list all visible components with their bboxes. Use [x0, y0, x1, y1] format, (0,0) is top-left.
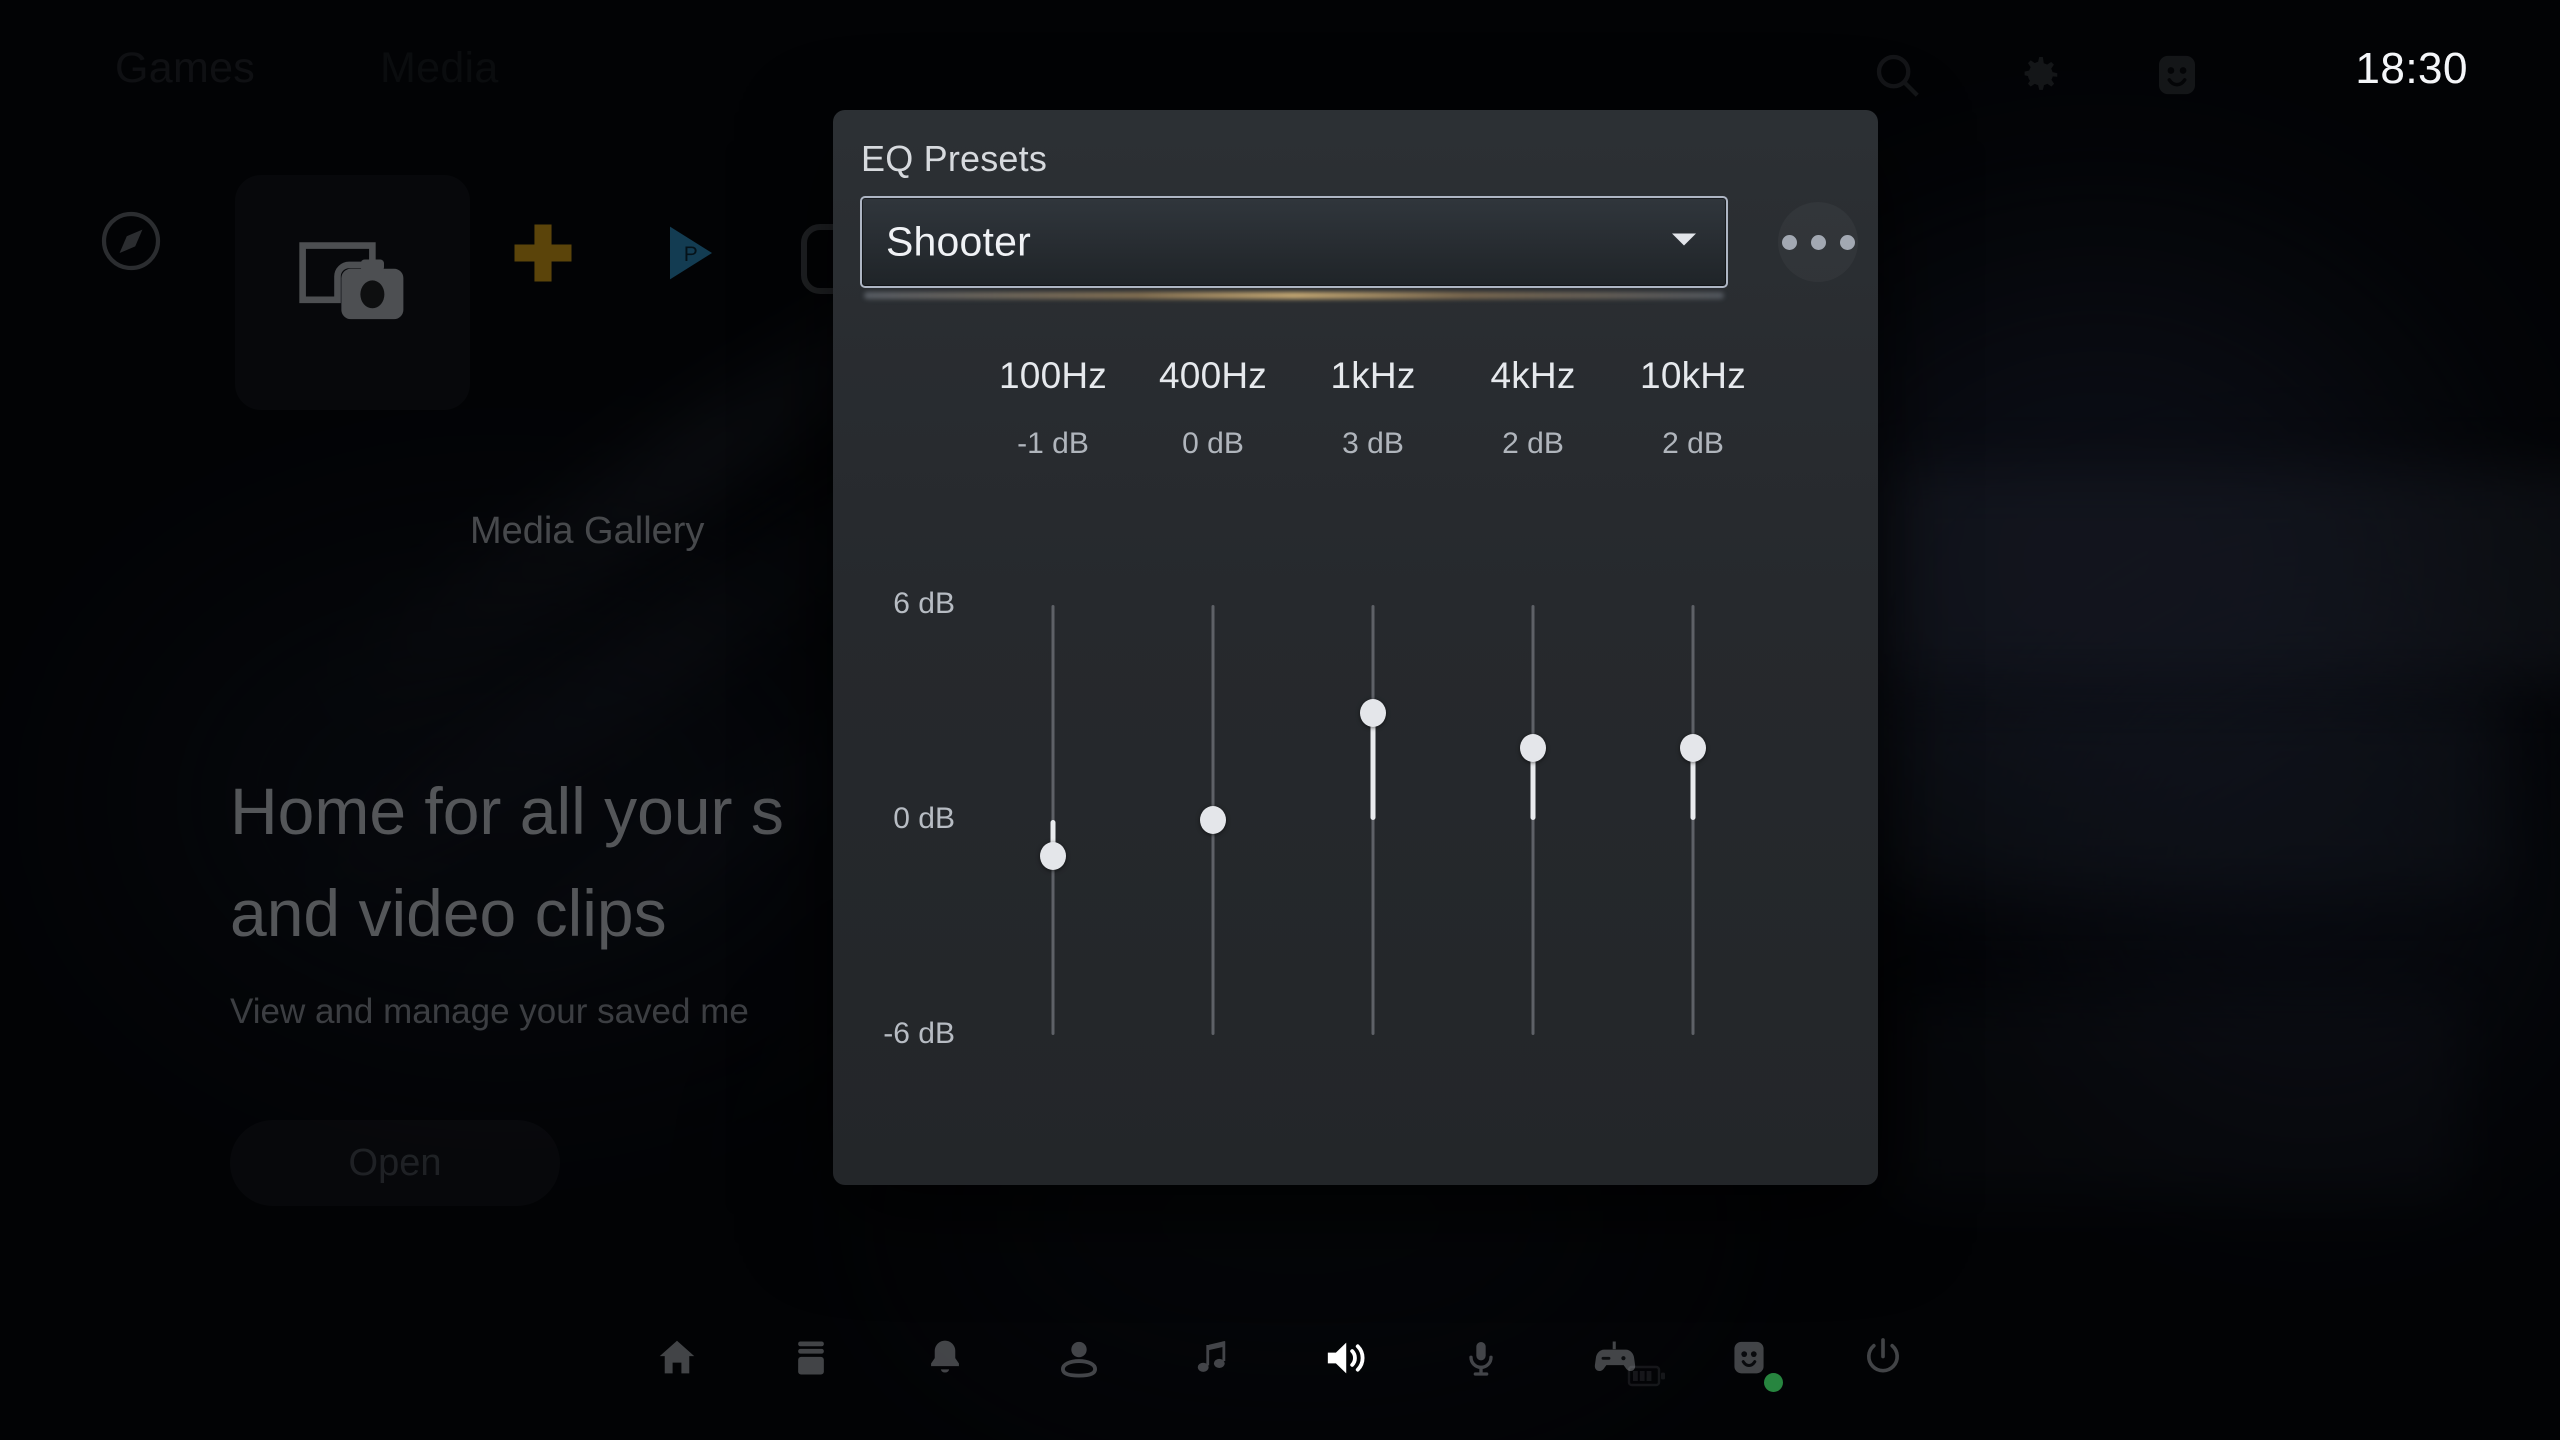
eq-band-10khz: 10kHz 2 dB: [1613, 355, 1773, 461]
library-switcher-icon: [798, 1341, 824, 1375]
eq-axis-label-left: -6 dB: [883, 1017, 955, 1050]
taskbar-profile[interactable]: [1711, 1320, 1787, 1396]
taskbar-power[interactable]: [1845, 1320, 1921, 1396]
background-media-card: [1880, 470, 2560, 680]
home-icon: [659, 1340, 695, 1374]
ps-plus-icon[interactable]: [505, 215, 581, 296]
eq-band-gain-label: 3 dB: [1342, 427, 1404, 460]
eq-band-frequency-label: 100Hz: [999, 355, 1107, 396]
eq-slider-400hz[interactable]: [1133, 605, 1293, 1035]
more-options-icon: [1839, 234, 1855, 250]
nav-tab-media[interactable]: Media: [380, 44, 499, 93]
app-tile-row: P Media Gallery: [0, 175, 900, 552]
eq-band-4khz: 4kHz 2 dB: [1453, 355, 1613, 461]
profile-avatar-icon[interactable]: [2150, 48, 2204, 107]
more-options-icon: [1781, 234, 1797, 250]
taskbar-notifications[interactable]: [907, 1320, 983, 1396]
panel-title: EQ Presets: [861, 138, 1048, 179]
eq-slider-10khz[interactable]: [1613, 605, 1773, 1035]
eq-band-frequency-label: 1kHz: [1330, 355, 1416, 396]
eq-slider-track[interactable]: [1691, 605, 1695, 1035]
taskbar-music[interactable]: [1175, 1320, 1251, 1396]
eq-band-gain-label: 2 dB: [1502, 427, 1564, 460]
eq-slider-track[interactable]: [1371, 605, 1375, 1035]
eq-preset-dropdown[interactable]: Shooter: [860, 196, 1728, 288]
eq-preset-value: Shooter: [886, 218, 1032, 265]
eq-band-frequency-label: 4kHz: [1490, 355, 1576, 396]
nav-tab-games[interactable]: Games: [115, 44, 255, 93]
ps5-screen: Games Media P Media Gallery Home for all…: [0, 0, 2560, 1440]
chevron-down-icon: [1670, 231, 1698, 254]
microphone-icon: [1469, 1342, 1493, 1376]
more-options-icon: [1810, 234, 1826, 250]
more-options-button[interactable]: [1778, 202, 1858, 282]
eq-settings-panel: EQ Presets Shooter 100Hz -1 dB 400Hz 0 dB 1k…: [833, 110, 1878, 1185]
eq-band-frequency-label: 10kHz: [1640, 355, 1746, 396]
media-gallery-icon: [291, 232, 415, 349]
open-button-label: Open: [348, 1141, 442, 1184]
background-media-card: [1900, 1000, 2460, 1200]
background-media-card: [1880, 700, 2500, 890]
taskbar-switcher[interactable]: [773, 1320, 849, 1396]
eq-slider-fill: [1370, 712, 1376, 820]
eq-slider-4khz[interactable]: [1453, 605, 1613, 1035]
eq-band-frequency-label: 400Hz: [1159, 355, 1267, 396]
eq-slider-thumb[interactable]: [1200, 806, 1226, 834]
eq-axis-label-left: 0 dB: [893, 802, 955, 835]
online-status-dot: [1764, 1373, 1783, 1392]
eq-band-1khz: 1kHz 3 dB: [1293, 355, 1453, 461]
taskbar-sound[interactable]: [1309, 1320, 1385, 1396]
speaker-icon: [1327, 1342, 1365, 1374]
taskbar: [0, 1270, 2560, 1440]
clock-display: 18:30: [2355, 44, 2468, 93]
eq-axis-label-left: 6 dB: [893, 587, 955, 620]
media-gallery-tile[interactable]: [235, 175, 470, 410]
controller-battery-icon: [1627, 1363, 1667, 1394]
eq-slider-track[interactable]: [1531, 605, 1535, 1035]
svg-text:P: P: [684, 243, 698, 266]
focus-highlight-underline: [864, 292, 1724, 299]
friends-icon: [1060, 1341, 1098, 1378]
gear-icon[interactable]: [2010, 48, 2064, 107]
power-icon: [1867, 1338, 1899, 1373]
explore-icon[interactable]: [95, 205, 167, 282]
open-button[interactable]: Open: [230, 1120, 560, 1206]
eq-slider-thumb[interactable]: [1520, 734, 1546, 763]
taskbar-home[interactable]: [639, 1320, 715, 1396]
eq-slider-thumb[interactable]: [1040, 841, 1066, 870]
bell-icon: [931, 1340, 959, 1373]
preset-selector-row: Shooter: [860, 196, 1855, 306]
eq-band-gain-label: 0 dB: [1182, 427, 1244, 460]
eq-slider-1khz[interactable]: [1293, 605, 1453, 1035]
eq-slider-100hz[interactable]: [973, 605, 1133, 1035]
ps-store-icon[interactable]: P: [655, 217, 727, 294]
eq-band-gain-label: 2 dB: [1662, 427, 1724, 460]
music-note-icon: [1197, 1341, 1226, 1372]
taskbar-accessories[interactable]: [1577, 1320, 1665, 1396]
profile-avatar-icon: [1734, 1341, 1764, 1374]
taskbar-items: [639, 1320, 1921, 1396]
eq-band-gain-label: -1 dB: [1017, 427, 1089, 460]
eq-band-100hz: 100Hz -1 dB: [973, 355, 1133, 461]
media-gallery-label: Media Gallery: [470, 510, 705, 552]
search-icon[interactable]: [1870, 48, 1924, 107]
eq-slider-area: 6 dB6 dB0 dB0 dB-6 dB-6 dB: [833, 587, 1878, 1075]
taskbar-friends[interactable]: [1041, 1320, 1117, 1396]
taskbar-mic[interactable]: [1443, 1320, 1519, 1396]
eq-band-400hz: 400Hz 0 dB: [1133, 355, 1293, 461]
eq-slider-thumb[interactable]: [1360, 698, 1386, 727]
eq-slider-thumb[interactable]: [1680, 734, 1706, 763]
